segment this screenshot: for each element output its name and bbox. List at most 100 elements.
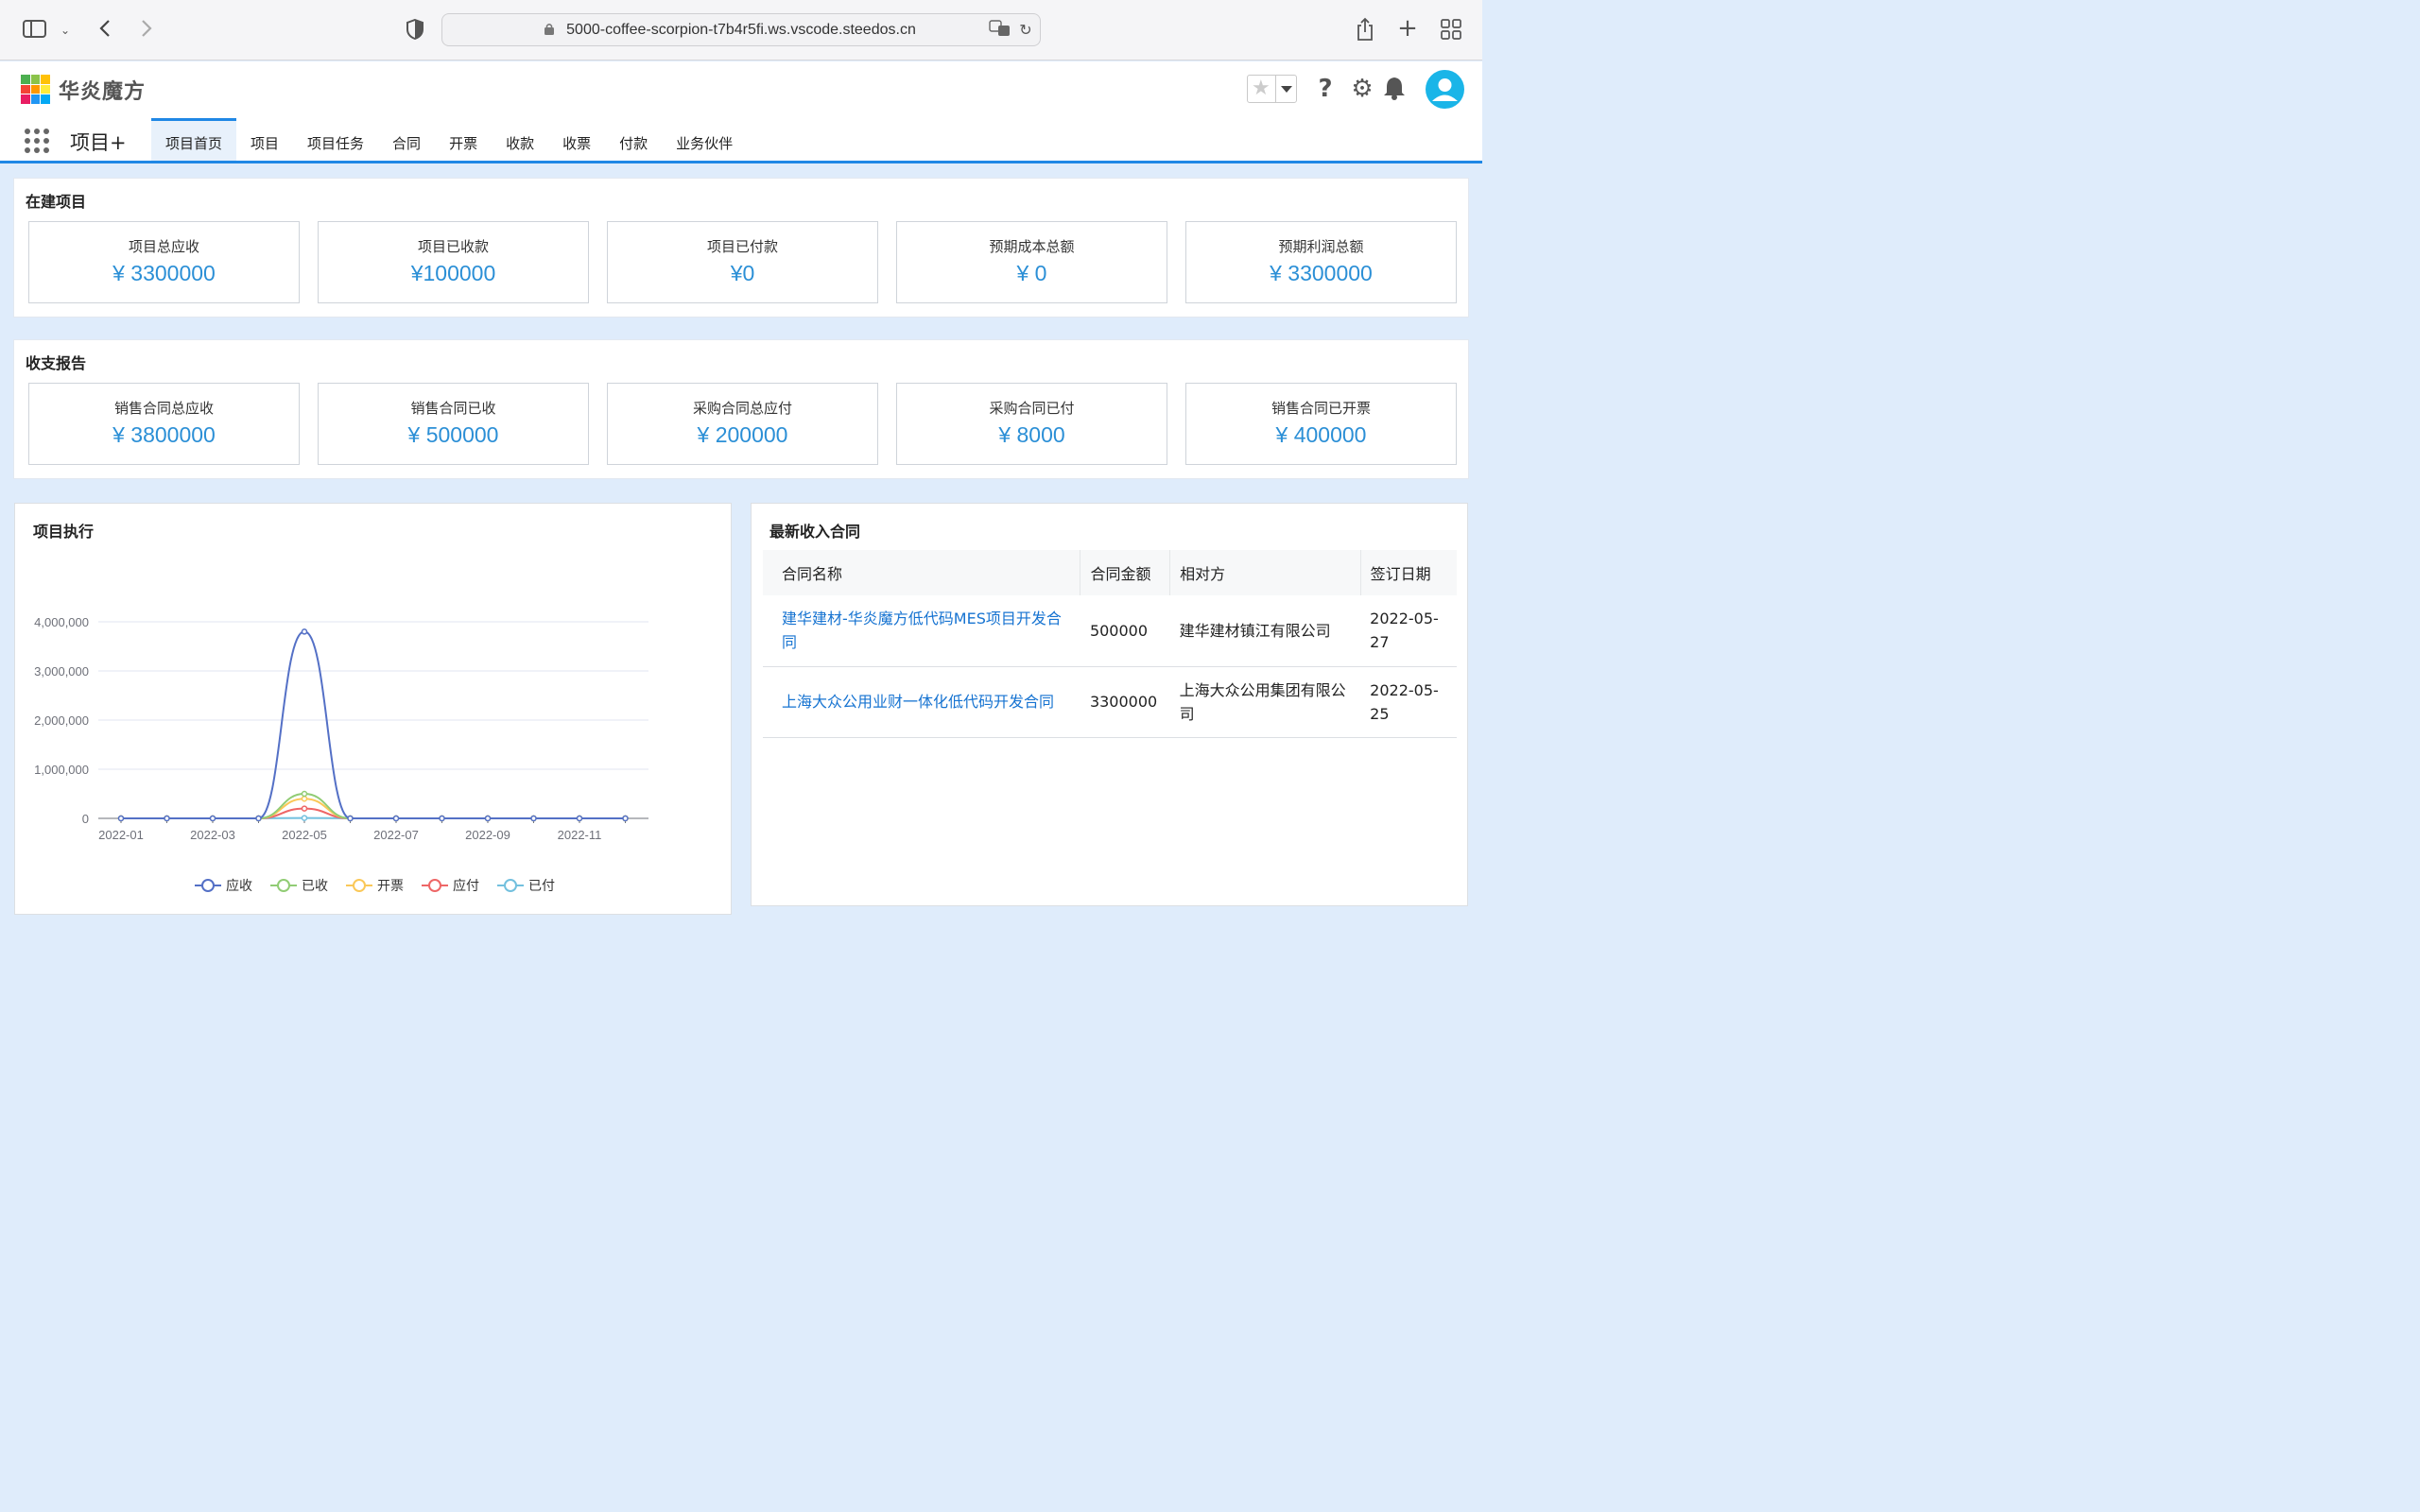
data-point (301, 815, 308, 821)
stat-card[interactable]: 销售合同已开票 ¥ 400000 (1185, 383, 1457, 465)
table-row: 上海大众公用业财一体化低代码开发合同 3300000 上海大众公用集团有限公司 … (763, 666, 1457, 738)
data-point (117, 815, 125, 822)
stat-value: ¥ 8000 (998, 422, 1065, 447)
share-icon[interactable] (1355, 17, 1375, 46)
latest-contracts-panel: 最新收入合同 合同名称 合同金额 相对方 签订日期 建华建材-华炎魔方低代码ME… (751, 503, 1468, 906)
app-launcher-icon[interactable] (25, 129, 49, 153)
stat-label: 项目总应收 (128, 238, 199, 255)
stat-label: 销售合同已收 (410, 400, 496, 417)
column-header[interactable]: 签订日期 (1360, 550, 1457, 595)
contract-name-cell: 上海大众公用业财一体化低代码开发合同 (763, 666, 1080, 738)
stat-card[interactable]: 项目已收款 ¥100000 (318, 221, 589, 303)
column-header[interactable]: 合同金额 (1080, 550, 1171, 595)
legend-label: 已付 (528, 879, 555, 894)
nav-tabs: 项目首页 项目 项目任务 合同 开票 收款 收票 付款 业务伙伴 (151, 118, 747, 161)
stat-card[interactable]: 采购合同总应付 ¥ 200000 (607, 383, 878, 465)
stat-label: 销售合同总应收 (113, 400, 214, 417)
x-tick-label: 2022-01 (98, 828, 144, 842)
series-line (120, 792, 626, 819)
contract-link[interactable]: 建华建材-华炎魔方低代码MES项目开发合同 (782, 610, 1062, 651)
contract-link[interactable]: 上海大众公用业财一体化低代码开发合同 (782, 693, 1054, 711)
brand-logo[interactable] (21, 75, 50, 104)
tab-invoicing[interactable]: 开票 (435, 118, 492, 161)
user-avatar[interactable] (1426, 70, 1464, 109)
legend-marker (428, 879, 441, 892)
x-tick-label: 2022-11 (558, 828, 602, 842)
panel-title: 最新收入合同 (769, 523, 861, 541)
shield-icon[interactable] (405, 18, 425, 44)
x-tick-label: 2022-09 (465, 828, 510, 842)
data-point (439, 815, 445, 822)
tab-invoices-received[interactable]: 收票 (548, 118, 605, 161)
stat-card[interactable]: 预期成本总额 ¥ 0 (896, 221, 1167, 303)
series-line (120, 807, 626, 819)
table-header-row: 合同名称 合同金额 相对方 签订日期 (763, 550, 1457, 595)
data-point (301, 628, 308, 635)
stat-value: ¥ 500000 (407, 422, 499, 447)
y-tick-label: 2,000,000 (34, 713, 89, 728)
stat-value: ¥ 0 (1016, 261, 1047, 285)
stat-card[interactable]: 项目已付款 ¥0 (607, 221, 878, 303)
legend-marker (277, 879, 290, 892)
legend-label: 应收 (226, 878, 252, 894)
stat-card[interactable]: 销售合同已收 ¥ 500000 (318, 383, 589, 465)
data-point (622, 815, 629, 822)
translate-icon[interactable] (989, 20, 1011, 44)
data-point (347, 815, 354, 822)
app-header: 华炎魔方 ★ ? ⚙ 项目+ 项目首页 项目 项目任务 合同 开票 收款 收票 … (0, 61, 1482, 163)
tab-project-home[interactable]: 项目首页 (151, 118, 237, 161)
legend-marker (504, 879, 517, 892)
tab-contracts[interactable]: 合同 (378, 118, 435, 161)
project-execution-panel: 项目执行 0 1,000,000 2,000,000 3,000,000 4,000,0… (14, 503, 732, 915)
forward-icon[interactable] (137, 18, 156, 43)
back-icon[interactable] (95, 18, 114, 43)
app-name[interactable]: 项目+ (70, 128, 127, 156)
contract-party: 建华建材镇江有限公司 (1169, 595, 1361, 667)
sidebar-toggle-icon[interactable] (23, 19, 47, 40)
x-tick-label: 2022-03 (190, 828, 235, 842)
reload-icon[interactable]: ↻ (1015, 19, 1036, 42)
y-tick-label: 4,000,000 (34, 615, 89, 629)
stat-card[interactable]: 采购合同已付 ¥ 8000 (896, 383, 1167, 465)
tab-projects[interactable]: 项目 (236, 118, 293, 161)
help-icon[interactable]: ? (1311, 75, 1340, 103)
tab-project-tasks[interactable]: 项目任务 (293, 118, 378, 161)
stat-label: 项目已付款 (706, 238, 778, 255)
data-point (530, 815, 537, 822)
stat-card[interactable]: 销售合同总应收 ¥ 3800000 (28, 383, 300, 465)
tab-receipts[interactable]: 收款 (492, 118, 548, 161)
stat-card[interactable]: 项目总应收 ¥ 3300000 (28, 221, 300, 303)
favorites-dropdown[interactable]: ★ (1247, 75, 1297, 103)
data-point (164, 815, 170, 822)
tab-overview-icon[interactable] (1440, 19, 1462, 44)
star-icon[interactable]: ★ (1252, 77, 1270, 100)
column-header[interactable]: 相对方 (1169, 550, 1361, 595)
x-tick-label: 2022-05 (282, 828, 327, 842)
stat-value: ¥100000 (410, 261, 496, 285)
address-bar[interactable]: 5000-coffee-scorpion-t7b4r5fi.ws.vscode.… (441, 13, 1041, 46)
in-progress-section: 在建项目 项目总应收 ¥ 3300000 项目已收款 ¥100000 项目已付款… (13, 178, 1469, 318)
series-line (120, 798, 626, 819)
legend-label: 已收 (302, 879, 328, 894)
stat-value: ¥ 3300000 (1270, 261, 1373, 285)
stat-card[interactable]: 预期利润总额 ¥ 3300000 (1185, 221, 1457, 303)
tab-payments[interactable]: 付款 (605, 118, 662, 161)
data-point (255, 815, 262, 822)
chevron-down-icon[interactable]: ⌄ (59, 19, 72, 42)
finance-section: 收支报告 销售合同总应收 ¥ 3800000 销售合同已收 ¥ 500000 采… (13, 339, 1469, 479)
gear-icon[interactable]: ⚙ (1348, 75, 1376, 103)
url-text: 5000-coffee-scorpion-t7b4r5fi.ws.vscode.… (566, 22, 916, 38)
new-tab-icon[interactable]: + (1396, 16, 1419, 41)
section-title: 收支报告 (26, 354, 87, 372)
column-header[interactable]: 合同名称 (763, 550, 1081, 595)
stat-label: 预期利润总额 (1278, 238, 1364, 255)
x-tick-label: 2022-07 (373, 828, 419, 842)
caret-down-icon[interactable] (1275, 76, 1296, 102)
browser-toolbar: ⌄ 5000-coffee-scorpion-t7b4r5fi.ws.vscod… (0, 0, 1482, 60)
tab-partners[interactable]: 业务伙伴 (662, 118, 747, 161)
data-point (484, 815, 492, 822)
stat-value: ¥ 400000 (1275, 422, 1367, 447)
bell-icon[interactable] (1380, 75, 1409, 103)
stat-label: 采购合同已付 (989, 400, 1075, 417)
contract-amount: 500000 (1080, 595, 1170, 667)
